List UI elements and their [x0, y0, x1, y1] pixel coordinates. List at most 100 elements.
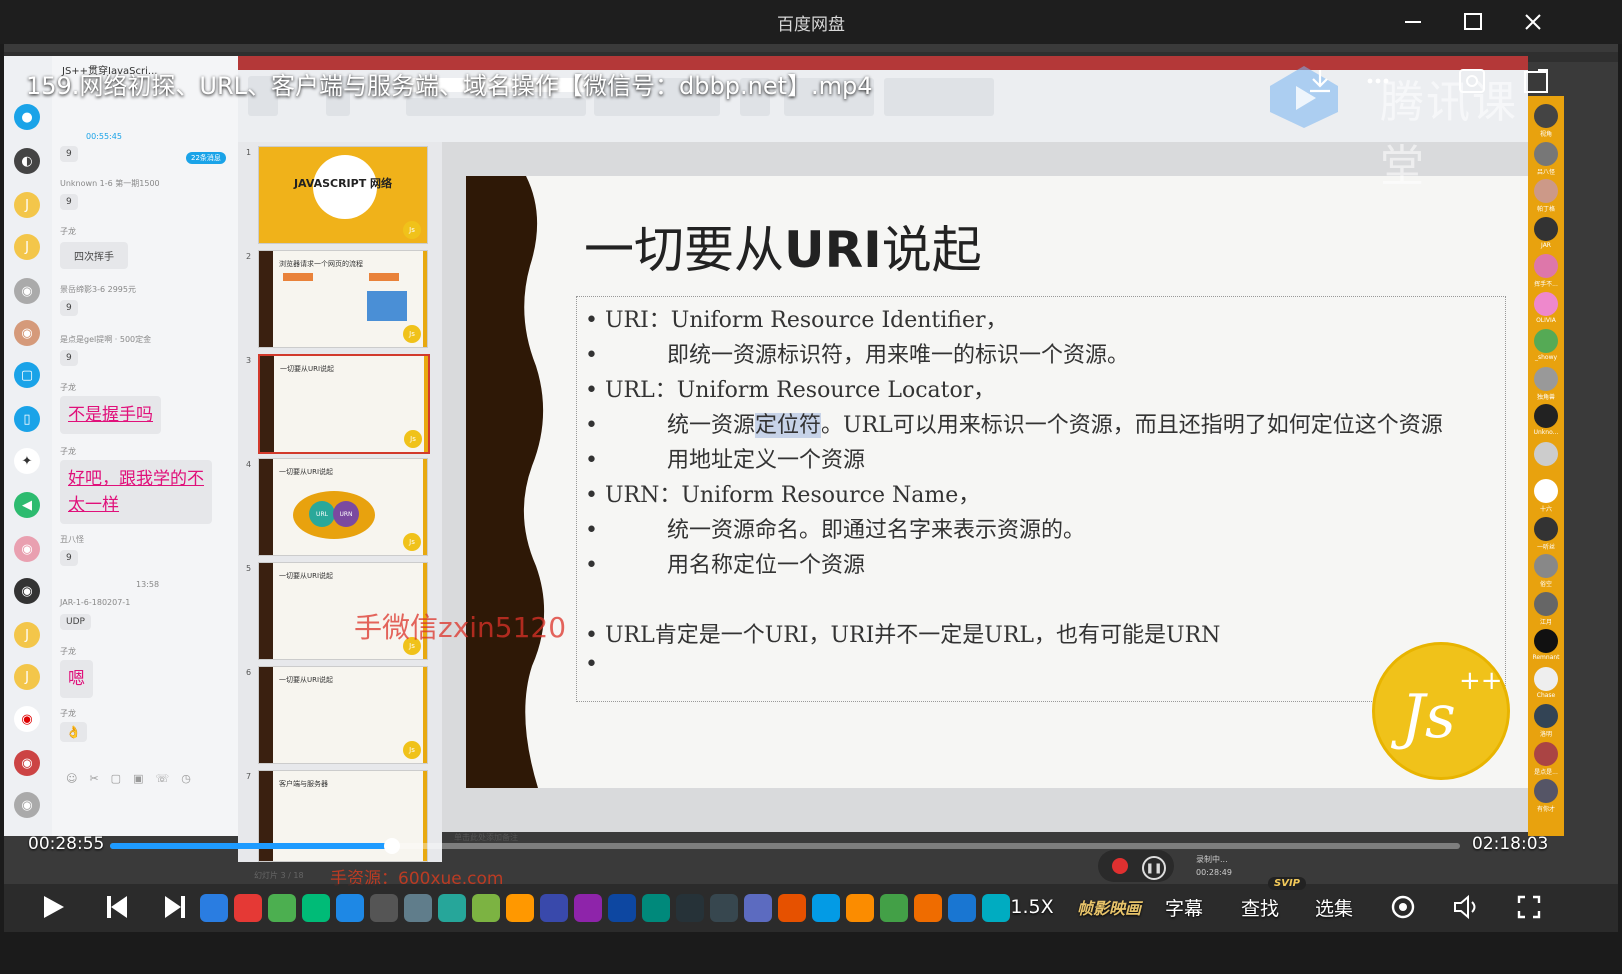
avatar: ◐: [14, 148, 40, 174]
avatar: J: [14, 622, 40, 648]
dock-app-icon: [608, 894, 636, 922]
viewer-name: Chase: [1536, 691, 1556, 699]
avatar: J: [14, 192, 40, 218]
chat-toolbar: ☺✂▢▣☏◷: [66, 772, 203, 785]
chat-sender: JAR-1-6-180207-1: [60, 598, 131, 607]
thumb-title: 浏览器请求一个网页的流程: [279, 260, 363, 268]
avatar: ◉: [14, 578, 40, 604]
screenshot-button[interactable]: [1454, 64, 1490, 98]
viewer-avatar: [1534, 666, 1558, 691]
dock-app-icon: [200, 894, 228, 922]
dock-app-icon: [302, 894, 330, 922]
viewer-name: OLIVIA: [1536, 316, 1556, 324]
text-highlight: 定位符: [755, 413, 822, 438]
slide-thumb-selected: 一切要从URI说起 Js: [258, 354, 430, 454]
minimize-button[interactable]: [1384, 0, 1442, 44]
viewer-avatar: [1534, 254, 1558, 278]
more-button[interactable]: [1360, 64, 1396, 98]
viewer-name: 十六: [1539, 506, 1552, 513]
bullet-text: URI：Uniform Resource Identifier，: [605, 308, 1008, 333]
viewer-avatar: [1534, 291, 1558, 316]
dock-app-icon: [438, 894, 466, 922]
viewer-avatar: [1534, 404, 1558, 428]
bottom-strip: [0, 932, 1622, 974]
slide-thumbnails: 1 JAVASCRIPT 网络 Js 2 浏览器请求一个网页的流程 Js 3 一…: [238, 142, 442, 862]
dock-app-icon: [982, 894, 1010, 922]
bullet: • 用地址定义一个资源: [585, 448, 866, 473]
bullet-text: 用地址定义一个资源: [667, 448, 866, 473]
js-logo: Js: [404, 430, 422, 448]
dock-app-icon: [880, 894, 908, 922]
video-title: 159.网络初探、URL、客户端与服务端、域名操作【微信号：dbbp.net】.…: [26, 72, 873, 100]
maximize-button[interactable]: [1444, 0, 1502, 44]
slide-decor-wave: [466, 176, 545, 788]
volume-button[interactable]: [1450, 890, 1484, 924]
viewer-avatar: [1534, 329, 1558, 353]
bullet: •: [585, 652, 598, 677]
thumb-number: 4: [246, 460, 252, 469]
close-button[interactable]: [1504, 0, 1562, 44]
settings-icon: [1391, 895, 1415, 919]
avatar: J: [14, 664, 40, 690]
thumb-title: JAVASCRIPT 网络: [293, 177, 393, 190]
recording-indicator: ❚❚: [1098, 850, 1174, 882]
chat-sender: 景岳缔影3-6 2995元: [60, 285, 136, 294]
current-time: 00:28:55: [28, 834, 105, 854]
js-logo: Js: [403, 325, 421, 343]
bullet-text: 统一资源定位符。URL可以用来标识一个资源，而且还指明了如何定位这个资源: [667, 413, 1443, 438]
rec-time: 00:28:49: [1196, 868, 1232, 877]
find-button[interactable]: 查找: [1238, 890, 1282, 924]
slide-title: 一切要从URI说起: [584, 210, 982, 282]
thumb-title: 一切要从URI说起: [279, 572, 334, 580]
dock-app-icon: [948, 894, 976, 922]
viewer-name: 独角兽: [1536, 393, 1555, 401]
dock-app-icon: [846, 894, 874, 922]
dock-app-icon: [710, 894, 738, 922]
dock-app-icon: [574, 894, 602, 922]
viewer-avatar: [1534, 779, 1558, 803]
next-button[interactable]: [160, 890, 190, 924]
viewer-name: 帕丁格: [1536, 206, 1555, 213]
chat-sender: 子龙: [60, 227, 76, 236]
slide-thumb: 一切要从URI说起 URL URN Js: [258, 458, 428, 556]
screen-icon: ▢: [14, 362, 40, 388]
chat-bubble: UDP: [60, 614, 91, 630]
viewer-name: 挥手不...: [1534, 281, 1558, 288]
viewer-name: _showy: [1534, 354, 1558, 361]
js-logo: Js: [403, 533, 421, 551]
slide-thumb: 一切要从URI说起 Js: [258, 666, 428, 764]
chat-sender: 子龙: [60, 447, 76, 456]
previous-button[interactable]: [102, 890, 132, 924]
bullet: • 用名称定位一个资源: [585, 553, 866, 578]
enhance-button[interactable]: 帧影映画: [1074, 890, 1144, 924]
svg-text:Js: Js: [1390, 682, 1456, 752]
dock-app-icon: [676, 894, 704, 922]
fullscreen-icon: [1517, 895, 1541, 919]
speed-button[interactable]: 1.5X: [1008, 890, 1056, 924]
js-logo: Js: [403, 741, 421, 759]
chat-sender: Unknown 1-6 第一期1500: [60, 179, 160, 188]
pip-button[interactable]: [1518, 64, 1554, 98]
chat-bubble: 9: [60, 194, 78, 210]
chat-sender: 子龙: [60, 647, 76, 656]
title-bold: URI: [784, 221, 882, 279]
thumb-number: 3: [246, 356, 252, 365]
viewer-name: Remnant: [1532, 654, 1560, 661]
bullet: • URN：Uniform Resource Name，: [585, 483, 981, 508]
chat-bubble: 好吧，跟我学的不太一样: [60, 460, 212, 524]
settings-button[interactable]: [1386, 890, 1420, 924]
play-button[interactable]: [38, 890, 68, 924]
slide-status: 幻灯片 3 / 18: [254, 871, 304, 880]
bullet: • URL：Uniform Resource Locator，: [585, 378, 996, 403]
window-titlebar: 百度网盘: [0, 0, 1622, 44]
dock-app-icon: [642, 894, 670, 922]
subtitle-button[interactable]: 字幕: [1162, 890, 1206, 924]
bullet: • 统一资源定位符。URL可以用来标识一个资源，而且还指明了如何定位这个资源: [585, 413, 1443, 438]
fullscreen-button[interactable]: [1512, 890, 1546, 924]
episodes-button[interactable]: 选集: [1312, 890, 1356, 924]
download-button[interactable]: [1302, 64, 1338, 98]
bullet-text: 统一资源命名。即通过名字来表示资源的。: [667, 518, 1086, 543]
bullet: • 统一资源命名。即通过名字来表示资源的。: [585, 518, 1086, 543]
viewer-name: 是点是...: [1534, 768, 1558, 776]
chat-bubble: 不是握手吗: [60, 396, 161, 434]
